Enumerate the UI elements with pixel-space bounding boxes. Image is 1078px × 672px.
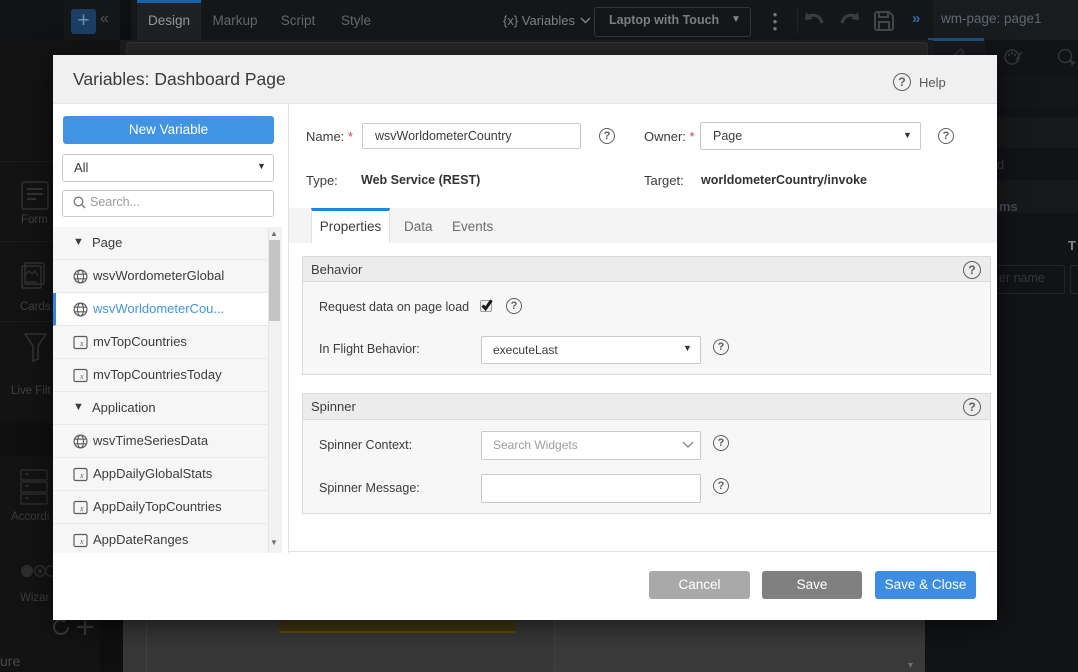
svg-text:x: x <box>79 537 84 546</box>
svg-text:x: x <box>79 504 84 513</box>
svg-text:x: x <box>79 372 84 381</box>
svg-text:x: x <box>79 471 84 480</box>
svg-text:x: x <box>79 339 84 348</box>
